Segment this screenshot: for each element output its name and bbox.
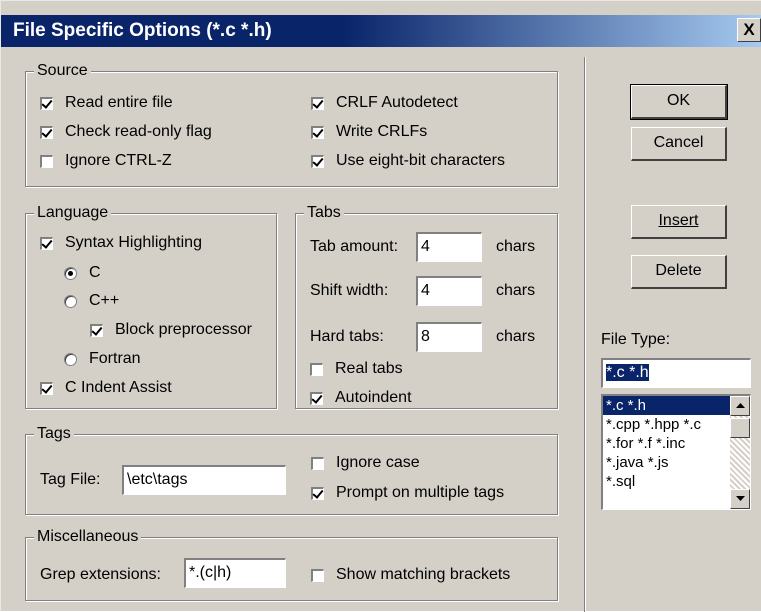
checkbox-unchecked-icon bbox=[311, 568, 324, 582]
list-item[interactable]: *.java *.js bbox=[603, 453, 734, 472]
tabs-group: Tabs Tab amount: 4 chars Shift width: 4 … bbox=[295, 203, 558, 409]
language-fortran-radio[interactable]: Fortran bbox=[64, 350, 141, 368]
checkbox-checked-icon bbox=[310, 391, 323, 405]
tag-file-label: Tag File: bbox=[40, 471, 101, 488]
checkbox-checked-icon bbox=[311, 125, 324, 139]
checkbox-label: Check read-only flag bbox=[65, 123, 212, 140]
checkbox-unchecked-icon bbox=[310, 362, 323, 376]
tag-file-input[interactable]: \etc\tags bbox=[122, 465, 286, 495]
misc-group: Miscellaneous Grep extensions: *.(c|h) S… bbox=[25, 527, 558, 601]
scroll-up-button[interactable] bbox=[730, 396, 750, 416]
syntax-highlighting-checkbox[interactable]: Syntax Highlighting bbox=[40, 234, 202, 252]
checkbox-label: Real tabs bbox=[335, 360, 403, 377]
prompt-multiple-checkbox[interactable]: Prompt on multiple tags bbox=[311, 484, 504, 502]
dialog-window: File Specific Options (*.c *.h) X Source… bbox=[0, 0, 761, 612]
tags-legend: Tags bbox=[34, 424, 74, 444]
checkbox-checked-icon bbox=[40, 236, 53, 250]
checkbox-label: Write CRLFs bbox=[336, 123, 428, 140]
tags-group: Tags Tag File: \etc\tags Ignore case Pro… bbox=[25, 424, 558, 515]
title-bar[interactable]: File Specific Options (*.c *.h) bbox=[1, 15, 761, 47]
check-readonly-checkbox[interactable]: Check read-only flag bbox=[40, 123, 212, 141]
checkbox-label: Prompt on multiple tags bbox=[336, 484, 505, 501]
radio-unselected-icon bbox=[64, 352, 77, 366]
checkbox-checked-icon bbox=[311, 154, 324, 168]
vertical-separator bbox=[584, 57, 586, 612]
checkbox-label: C Indent Assist bbox=[65, 379, 172, 396]
shift-width-label: Shift width: bbox=[310, 282, 389, 299]
hard-tabs-units: chars bbox=[496, 328, 536, 345]
language-legend: Language bbox=[34, 203, 112, 223]
tab-amount-input[interactable]: 4 bbox=[416, 232, 482, 262]
radio-unselected-icon bbox=[64, 294, 77, 308]
shift-width-input[interactable]: 4 bbox=[416, 276, 482, 306]
ignore-ctrlz-checkbox[interactable]: Ignore CTRL-Z bbox=[40, 152, 172, 170]
file-type-list[interactable]: *.c *.h *.cpp *.hpp *.c *.for *.f *.inc … bbox=[601, 394, 751, 510]
checkbox-label: Ignore case bbox=[336, 454, 420, 471]
radio-label: C bbox=[89, 264, 101, 281]
tab-amount-label: Tab amount: bbox=[310, 238, 399, 255]
checkbox-checked-icon bbox=[311, 96, 324, 110]
checkbox-unchecked-icon bbox=[311, 456, 324, 470]
c-indent-assist-checkbox[interactable]: C Indent Assist bbox=[40, 379, 172, 397]
checkbox-label: Autoindent bbox=[335, 389, 412, 406]
write-crlfs-checkbox[interactable]: Write CRLFs bbox=[311, 123, 427, 141]
list-scrollbar[interactable] bbox=[730, 396, 750, 509]
file-type-label: File Type: bbox=[601, 331, 671, 348]
scroll-down-button[interactable] bbox=[730, 489, 750, 509]
source-group: Source Read entire file Check read-only … bbox=[25, 61, 558, 187]
block-preprocessor-checkbox[interactable]: Block preprocessor bbox=[90, 321, 252, 339]
ignore-case-checkbox[interactable]: Ignore case bbox=[311, 454, 420, 472]
delete-button[interactable]: Delete bbox=[631, 255, 727, 289]
list-item[interactable]: *.sql bbox=[603, 472, 734, 491]
language-c-radio[interactable]: C bbox=[64, 264, 101, 282]
checkbox-label: Block preprocessor bbox=[115, 321, 252, 338]
radio-label: Fortran bbox=[89, 350, 141, 367]
window-title: File Specific Options (*.c *.h) bbox=[13, 20, 272, 41]
checkbox-checked-icon bbox=[90, 323, 103, 337]
tab-amount-units: chars bbox=[496, 238, 536, 255]
language-cpp-radio[interactable]: C++ bbox=[64, 292, 119, 310]
file-type-selected-text: *.c *.h bbox=[606, 364, 649, 381]
radio-label: C++ bbox=[89, 292, 120, 309]
arrow-down-icon bbox=[735, 496, 745, 501]
grep-extensions-input[interactable]: *.(c|h) bbox=[184, 558, 286, 588]
crlf-autodetect-checkbox[interactable]: CRLF Autodetect bbox=[311, 94, 458, 112]
insert-button[interactable]: Insert bbox=[631, 205, 727, 239]
checkbox-label: Use eight-bit characters bbox=[336, 152, 505, 169]
checkbox-label: Show matching brackets bbox=[336, 566, 511, 583]
checkbox-checked-icon bbox=[40, 125, 53, 139]
checkbox-checked-icon bbox=[40, 96, 53, 110]
list-item[interactable]: *.for *.f *.inc bbox=[603, 434, 734, 453]
list-item[interactable]: *.cpp *.hpp *.c bbox=[603, 415, 734, 434]
file-type-input[interactable]: *.c *.h bbox=[601, 358, 751, 388]
checkbox-checked-icon bbox=[40, 381, 53, 395]
ok-button[interactable]: OK bbox=[630, 84, 728, 120]
checkbox-label: CRLF Autodetect bbox=[336, 94, 458, 111]
checkbox-checked-icon bbox=[311, 486, 324, 500]
cancel-button[interactable]: Cancel bbox=[631, 127, 727, 161]
eight-bit-checkbox[interactable]: Use eight-bit characters bbox=[311, 152, 505, 170]
real-tabs-checkbox[interactable]: Real tabs bbox=[310, 360, 403, 378]
source-legend: Source bbox=[34, 61, 91, 81]
grep-extensions-label: Grep extensions: bbox=[40, 566, 161, 583]
checkbox-label: Read entire file bbox=[65, 94, 173, 111]
hard-tabs-label: Hard tabs: bbox=[310, 328, 384, 345]
checkbox-unchecked-icon bbox=[40, 154, 53, 168]
autoindent-checkbox[interactable]: Autoindent bbox=[310, 389, 412, 407]
read-entire-file-checkbox[interactable]: Read entire file bbox=[40, 94, 173, 112]
arrow-up-icon bbox=[735, 403, 745, 408]
radio-selected-icon bbox=[64, 266, 77, 280]
language-group: Language Syntax Highlighting C C++ Block… bbox=[25, 203, 277, 409]
close-icon: X bbox=[743, 20, 755, 39]
hard-tabs-input[interactable]: 8 bbox=[416, 322, 482, 352]
show-brackets-checkbox[interactable]: Show matching brackets bbox=[311, 566, 510, 584]
shift-width-units: chars bbox=[496, 282, 536, 299]
list-item[interactable]: *.c *.h bbox=[603, 396, 734, 415]
tabs-legend: Tabs bbox=[304, 203, 344, 223]
checkbox-label: Ignore CTRL-Z bbox=[65, 152, 172, 169]
checkbox-label: Syntax Highlighting bbox=[65, 234, 202, 251]
scroll-thumb[interactable] bbox=[730, 418, 750, 438]
misc-legend: Miscellaneous bbox=[34, 527, 142, 547]
close-button[interactable]: X bbox=[737, 18, 761, 42]
